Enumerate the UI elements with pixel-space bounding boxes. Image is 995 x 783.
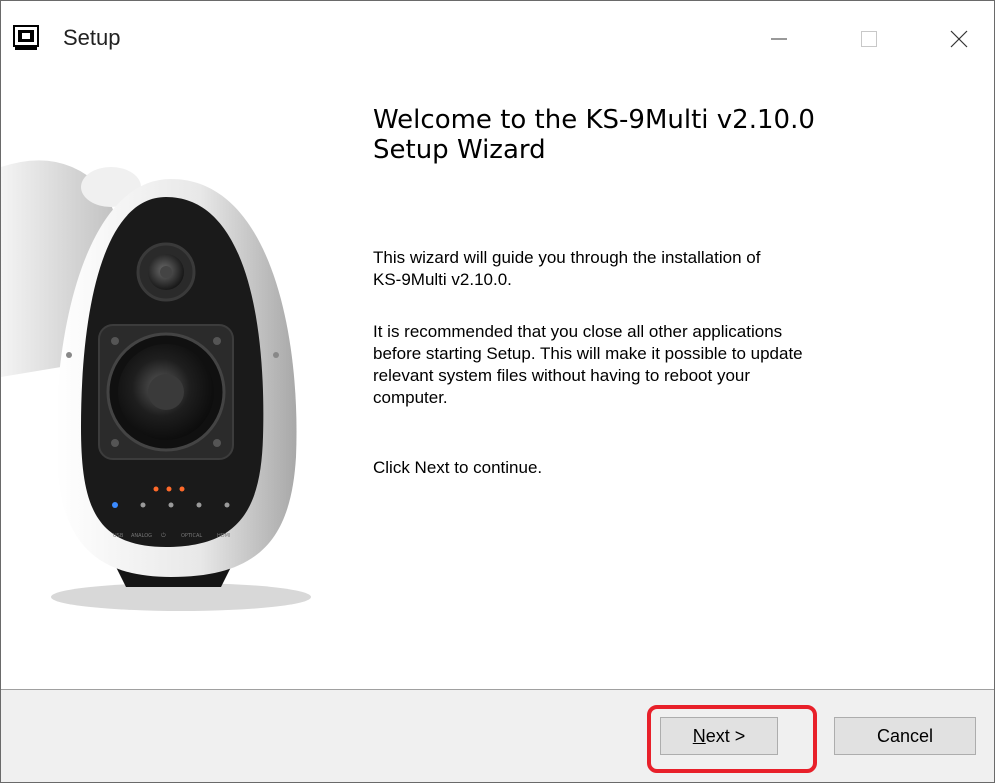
- recommendation-paragraph: It is recommended that you close all oth…: [373, 321, 933, 409]
- title-bar: Setup: [1, 1, 994, 77]
- minimize-icon: [771, 38, 787, 40]
- speaker-label-optical: OPTICAL: [181, 533, 202, 539]
- recommendation-line: relevant system files without having to …: [373, 366, 751, 385]
- intro-paragraph: This wizard will guide you through the i…: [373, 247, 933, 291]
- recommendation-line: It is recommended that you close all oth…: [373, 322, 783, 341]
- close-button[interactable]: [913, 1, 994, 77]
- setup-window: Setup USB ANALOG ⏻ OPTICAL HDMI Welcome …: [0, 0, 995, 783]
- recommendation-line: before starting Setup. This will make it…: [373, 344, 803, 363]
- wizard-heading: Welcome to the KS-9Multi v2.10.0 Setup W…: [373, 105, 953, 165]
- maximize-button[interactable]: [823, 1, 915, 77]
- cancel-button[interactable]: Cancel: [834, 717, 976, 755]
- wizard-heading-line2: Setup Wizard: [373, 135, 546, 165]
- window-title: Setup: [63, 25, 121, 50]
- wizard-heading-line1: Welcome to the KS-9Multi v2.10.0: [373, 105, 815, 135]
- speaker-label-usb: USB: [113, 533, 124, 539]
- next-button-highlight: [647, 705, 817, 773]
- recommendation-line: computer.: [373, 388, 448, 407]
- minimize-button[interactable]: [733, 1, 825, 77]
- close-icon: [950, 30, 968, 48]
- installer-icon: [13, 25, 39, 50]
- continue-instruction: Click Next to continue.: [373, 458, 543, 477]
- maximize-icon: [861, 31, 877, 47]
- speaker-image: USB ANALOG ⏻ OPTICAL HDMI: [1, 77, 337, 689]
- speaker-illustration: USB ANALOG ⏻ OPTICAL HDMI: [1, 160, 311, 611]
- intro-line: This wizard will guide you through the i…: [373, 248, 761, 267]
- intro-line: KS-9Multi v2.10.0.: [373, 270, 512, 289]
- speaker-label-analog: ANALOG: [131, 533, 152, 539]
- speaker-label-hdmi: HDMI: [217, 533, 230, 539]
- speaker-label-power: ⏻: [161, 532, 166, 539]
